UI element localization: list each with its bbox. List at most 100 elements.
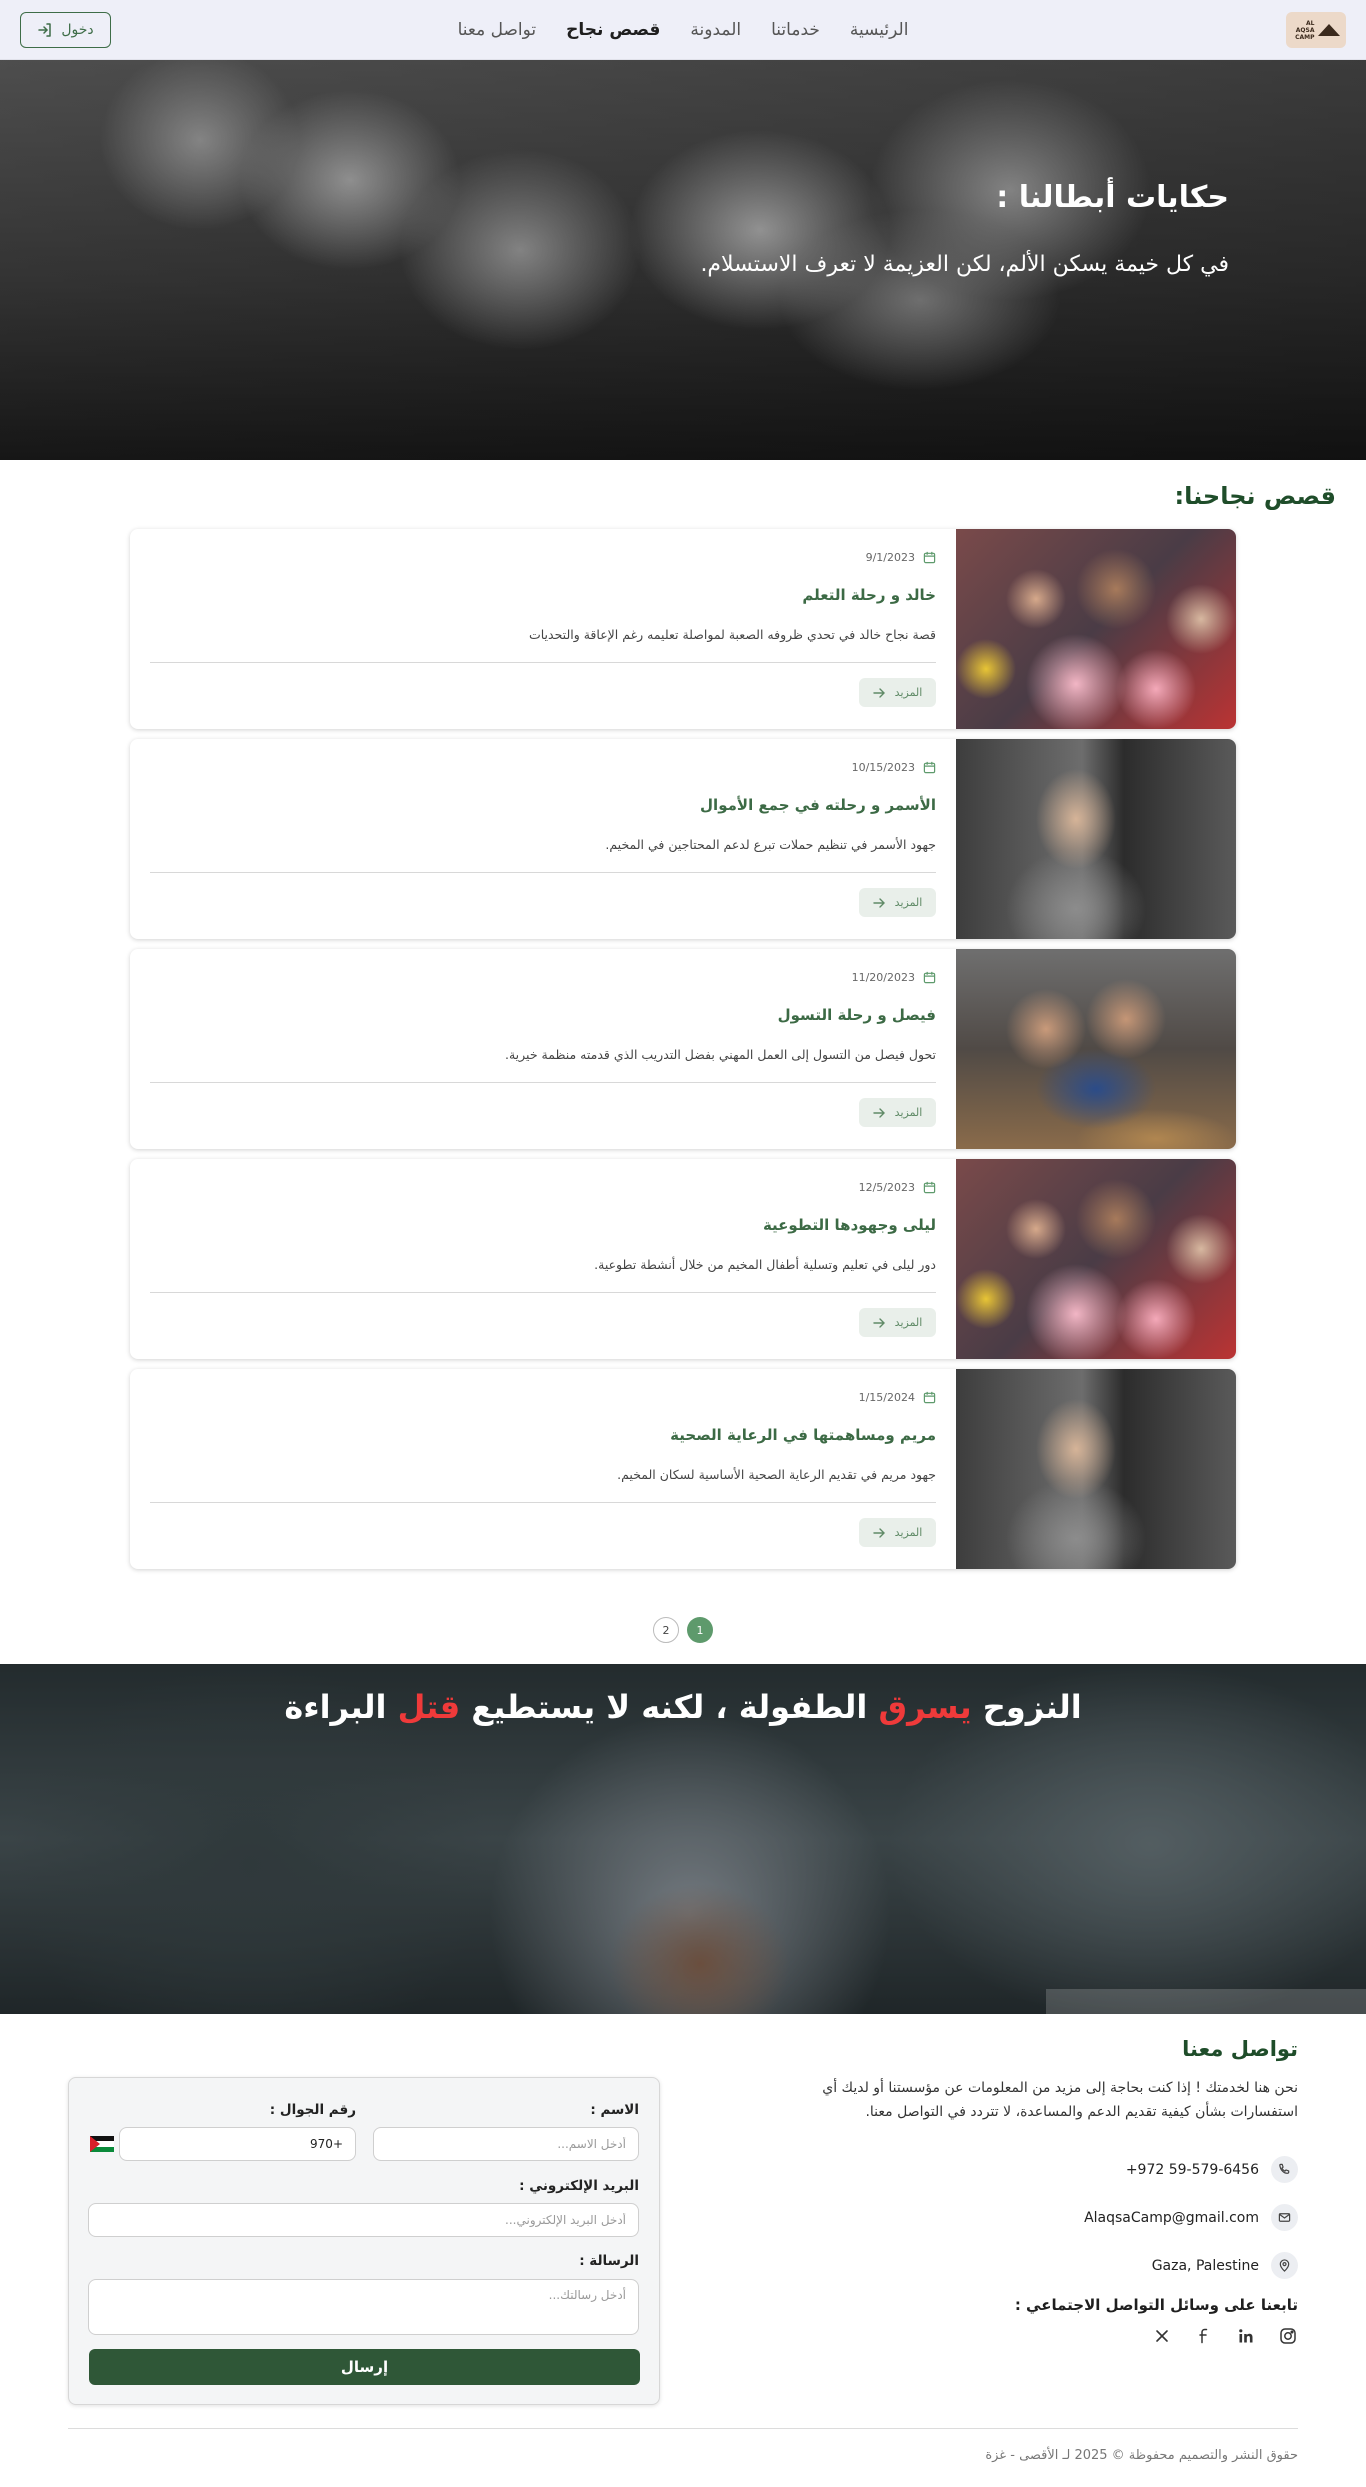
- banner-quote: النزوح يسرق الطفولة ، لكنه لا يستطيع قتل…: [0, 1688, 1366, 1726]
- login-button-label: دخول: [61, 22, 94, 38]
- nav-link-services[interactable]: خدماتنا: [771, 20, 820, 40]
- quote-banner: النزوح يسرق الطفولة ، لكنه لا يستطيع قتل…: [0, 1664, 1366, 2014]
- story-card: 12/5/2023 ليلى وجهودها التطوعية دور ليلى…: [130, 1159, 1236, 1359]
- story-date: 11/20/2023: [852, 971, 936, 984]
- email-address[interactable]: AlaqsaCamp@gmail.com: [1084, 2210, 1259, 2226]
- social-links: [1152, 2326, 1298, 2346]
- calendar-icon: [923, 551, 936, 564]
- story-date-text: 12/5/2023: [858, 1181, 915, 1194]
- story-card-body: 9/1/2023 خالد و رحلة التعلم قصة نجاح خال…: [150, 529, 936, 729]
- banner-quote-part1: النزوح: [971, 1688, 1082, 1726]
- nav-link-blog[interactable]: المدونة: [690, 20, 741, 40]
- hero-section: حكايات أبطالنا : في كل خيمة يسكن الألم، …: [0, 60, 1366, 460]
- story-date: 9/1/2023: [866, 551, 936, 564]
- story-image: [956, 1159, 1236, 1359]
- page-button-1[interactable]: 1: [687, 1617, 713, 1643]
- story-date-text: 1/15/2024: [858, 1391, 915, 1404]
- palestine-flag-icon[interactable]: [90, 2136, 114, 2152]
- more-button[interactable]: المزيد: [859, 678, 936, 707]
- divider: [150, 872, 936, 873]
- story-image: [956, 529, 1236, 729]
- location-text: Gaza, Palestine: [1151, 2257, 1259, 2274]
- divider: [150, 1082, 936, 1083]
- more-button-label: المزيد: [894, 1106, 923, 1119]
- story-description: قصة نجاح خالد في تحدي ظروفه الصعبة لمواص…: [528, 627, 936, 642]
- nav-links: الرئيسية خدماتنا المدونة قصص نجاح تواصل …: [0, 0, 1366, 60]
- arrow-right-icon: [872, 1527, 885, 1538]
- divider: [150, 1502, 936, 1503]
- more-button[interactable]: المزيد: [859, 1308, 936, 1337]
- story-title[interactable]: فيصل و رحلة التسول: [778, 1006, 936, 1024]
- hero-subtitle: في كل خيمة يسكن الألم، لكن العزيمة لا تع…: [700, 252, 1229, 277]
- story-card-body: 1/15/2024 مريم ومساهمتها في الرعاية الصح…: [150, 1369, 936, 1569]
- more-button[interactable]: المزيد: [859, 1518, 936, 1547]
- story-date-text: 9/1/2023: [865, 551, 915, 564]
- story-date-text: 10/15/2023: [851, 761, 915, 774]
- contact-description: نحن هنا لخدمتك ! إذا كنت بحاجة إلى مزيد …: [822, 2080, 1298, 2120]
- email-label: البريد الإلكتروني :: [519, 2178, 639, 2194]
- login-icon: [38, 23, 52, 37]
- mail-icon: [1271, 2204, 1298, 2231]
- phone-row: +972 59-579-6456: [1126, 2156, 1298, 2183]
- hero-title: حكايات أبطالنا :: [996, 180, 1229, 215]
- phone-number[interactable]: +972 59-579-6456: [1126, 2162, 1259, 2178]
- more-button[interactable]: المزيد: [859, 888, 936, 917]
- message-textarea[interactable]: [88, 2279, 639, 2335]
- copyright: حقوق النشر والتصميم محفوظة © 2025 لـ الأ…: [985, 2448, 1298, 2463]
- pagination: 2 1: [653, 1617, 713, 1643]
- story-card: 9/1/2023 خالد و رحلة التعلم قصة نجاح خال…: [130, 529, 1236, 729]
- email-input[interactable]: [88, 2203, 639, 2237]
- story-title[interactable]: الأسمر و رحلته في جمع الأموال: [700, 796, 936, 814]
- more-button-label: المزيد: [894, 686, 923, 699]
- x-icon[interactable]: [1152, 2326, 1172, 2346]
- banner-quote-highlight1: يسرق: [878, 1688, 972, 1726]
- calendar-icon: [923, 761, 936, 774]
- story-card: 1/15/2024 مريم ومساهمتها في الرعاية الصح…: [130, 1369, 1236, 1569]
- calendar-icon: [923, 971, 936, 984]
- arrow-right-icon: [872, 897, 885, 908]
- linkedin-icon[interactable]: [1236, 2326, 1256, 2346]
- story-image: [956, 739, 1236, 939]
- nav-link-success-stories[interactable]: قصص نجاح: [566, 20, 660, 40]
- divider: [150, 1292, 936, 1293]
- story-card-body: 12/5/2023 ليلى وجهودها التطوعية دور ليلى…: [150, 1159, 936, 1359]
- arrow-right-icon: [872, 1107, 885, 1118]
- more-button-label: المزيد: [894, 896, 923, 909]
- phone-icon: [1271, 2156, 1298, 2183]
- contact-form: الاسم : رقم الجوال : البريد الإلكتروني :…: [68, 2077, 660, 2405]
- nav-link-home[interactable]: الرئيسية: [850, 20, 909, 40]
- phone-input[interactable]: [119, 2127, 356, 2161]
- story-image: [956, 1369, 1236, 1569]
- story-card-body: 11/20/2023 فيصل و رحلة التسول تحول فيصل …: [150, 949, 936, 1149]
- nav-link-contact[interactable]: تواصل معنا: [458, 20, 537, 40]
- story-title[interactable]: مريم ومساهمتها في الرعاية الصحية: [670, 1426, 936, 1444]
- social-title: تابعنا على وسائل التواصل الاجتماعي :: [1014, 2296, 1298, 2314]
- story-card-body: 10/15/2023 الأسمر و رحلته في جمع الأموال…: [150, 739, 936, 939]
- submit-button[interactable]: إرسال: [89, 2349, 640, 2385]
- arrow-right-icon: [872, 687, 885, 698]
- navbar: AL AQSA CAMP الرئيسية خدماتنا المدونة قص…: [0, 0, 1366, 60]
- story-title[interactable]: ليلى وجهودها التطوعية: [763, 1216, 936, 1234]
- page-button-2[interactable]: 2: [653, 1617, 679, 1643]
- arrow-right-icon: [872, 1317, 885, 1328]
- banner-quote-part2: الطفولة ، لكنه لا يستطيع: [460, 1688, 879, 1726]
- banner-quote-highlight2: قتل: [397, 1688, 461, 1726]
- message-label: الرسالة :: [579, 2253, 639, 2269]
- facebook-icon[interactable]: [1194, 2326, 1214, 2346]
- calendar-icon: [923, 1391, 936, 1404]
- story-date-text: 11/20/2023: [851, 971, 915, 984]
- story-card: 11/20/2023 فيصل و رحلة التسول تحول فيصل …: [130, 949, 1236, 1149]
- story-date: 10/15/2023: [852, 761, 936, 774]
- instagram-icon[interactable]: [1278, 2326, 1298, 2346]
- location-row: Gaza, Palestine: [1152, 2252, 1298, 2279]
- calendar-icon: [923, 1181, 936, 1194]
- name-label: الاسم :: [590, 2102, 639, 2118]
- login-button[interactable]: دخول: [20, 12, 111, 48]
- story-description: تحول فيصل من التسول إلى العمل المهني بفض…: [505, 1047, 936, 1062]
- story-image: [956, 949, 1236, 1149]
- more-button[interactable]: المزيد: [859, 1098, 936, 1127]
- contact-title: تواصل معنا: [1182, 2037, 1298, 2061]
- story-title[interactable]: خالد و رحلة التعلم: [802, 586, 936, 604]
- name-input[interactable]: [373, 2127, 639, 2161]
- story-date: 1/15/2024: [859, 1391, 936, 1404]
